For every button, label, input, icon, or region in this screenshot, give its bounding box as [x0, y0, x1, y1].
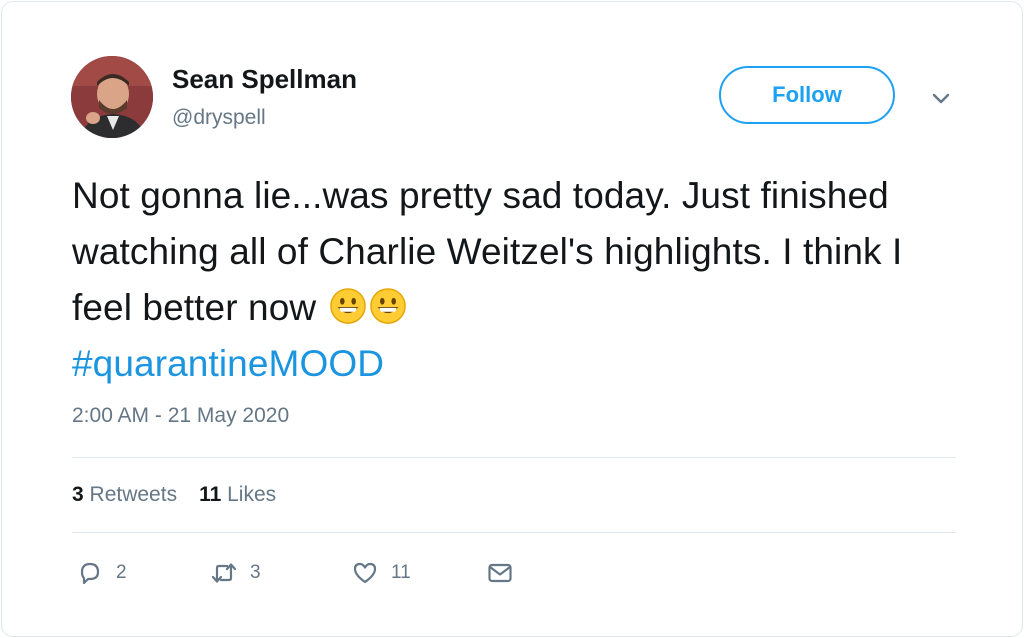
dm-icon: [488, 563, 512, 583]
user-display-name[interactable]: Sean Spellman: [172, 64, 357, 95]
direct-message-button[interactable]: [486, 559, 514, 587]
likes-stat[interactable]: 11 Likes: [199, 483, 276, 507]
chevron-down-icon[interactable]: [928, 86, 954, 112]
engagement-stats: 3 Retweets 11 Likes: [72, 483, 276, 507]
grinning-face-emoji: [369, 288, 406, 324]
like-icon: [353, 562, 377, 584]
user-handle[interactable]: @dryspell: [172, 106, 266, 130]
likes-label: Likes: [227, 483, 277, 506]
follow-button[interactable]: Follow: [719, 66, 895, 124]
avatar-image: [71, 56, 153, 138]
retweets-count: 3: [72, 483, 84, 506]
divider: [72, 457, 956, 458]
tweet-timestamp[interactable]: 2:00 AM - 21 May 2020: [72, 404, 289, 428]
reply-button[interactable]: 2: [76, 559, 127, 587]
reply-icon: [80, 562, 100, 585]
tweet-body: Not gonna lie...was pretty sad today. Ju…: [72, 175, 903, 328]
reply-count: 2: [116, 562, 127, 583]
like-button[interactable]: 11: [351, 559, 411, 587]
retweet-button[interactable]: 3: [210, 559, 261, 587]
tweet-text: Not gonna lie...was pretty sad today. Ju…: [72, 168, 972, 392]
avatar[interactable]: [71, 56, 153, 138]
retweets-stat[interactable]: 3 Retweets: [72, 483, 177, 507]
like-count: 11: [391, 562, 411, 583]
likes-count: 11: [199, 483, 222, 506]
divider: [72, 532, 956, 533]
grinning-face-emoji: [329, 288, 366, 324]
retweet-count: 3: [250, 562, 261, 583]
retweet-icon: [211, 563, 237, 583]
hashtag-link[interactable]: #quarantineMOOD: [72, 343, 384, 384]
retweets-label: Retweets: [89, 483, 178, 506]
tweet-card: Sean Spellman @dryspell Follow Not gonna…: [1, 1, 1023, 637]
